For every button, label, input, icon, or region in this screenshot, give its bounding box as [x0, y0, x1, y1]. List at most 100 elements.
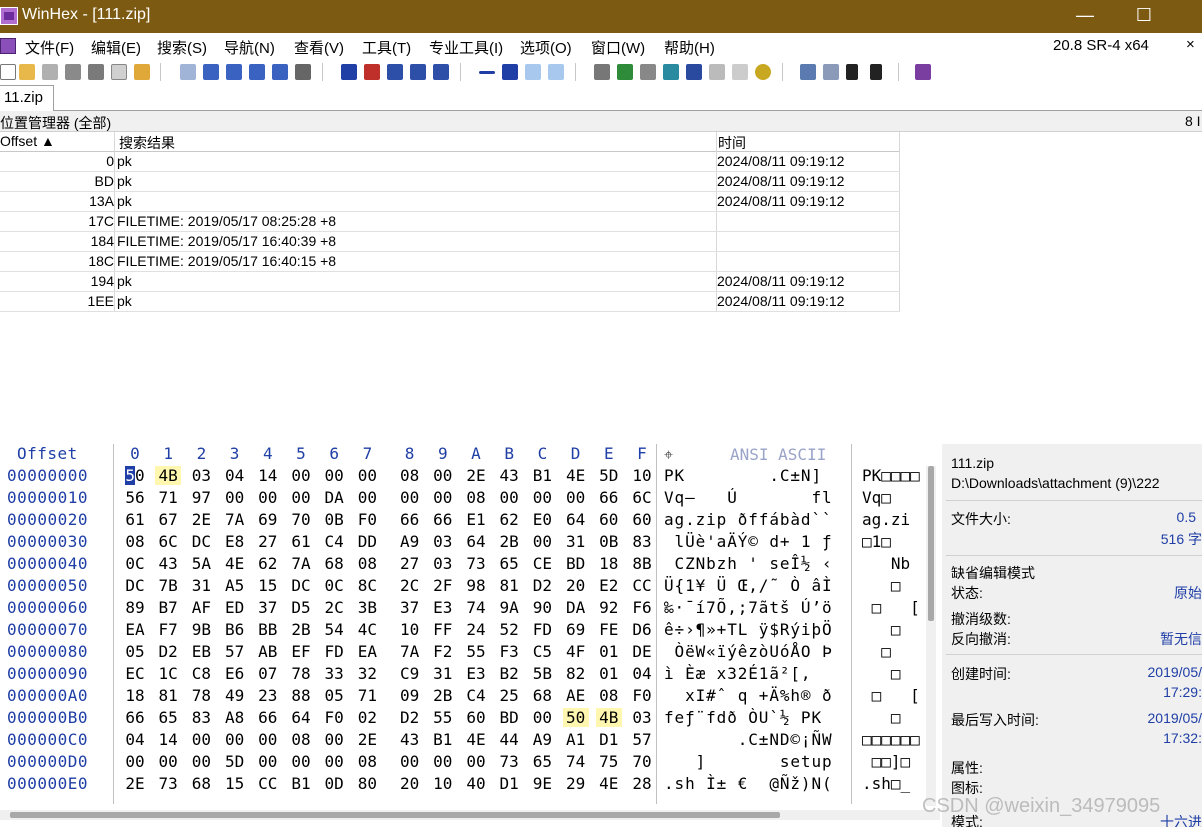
paste-special-icon[interactable] [272, 64, 288, 80]
export-icon[interactable] [134, 64, 150, 80]
hex-byte[interactable]: CC [629, 576, 655, 595]
table-row[interactable]: 194 pk 2024/08/11 09:19:12 [0, 272, 900, 292]
hex-byte[interactable]: E6 [222, 664, 248, 683]
hex-byte[interactable]: 10 [629, 466, 655, 485]
hex-byte[interactable]: 2E [188, 510, 214, 529]
paste-icon[interactable] [249, 64, 265, 80]
hex-byte[interactable]: 08 [596, 686, 622, 705]
hex-byte[interactable]: 40 [463, 774, 489, 793]
hex-byte[interactable]: 65 [529, 752, 555, 771]
hex-byte[interactable]: F0 [629, 686, 655, 705]
hex-row[interactable]: 00000020 61 67 2E 7A 69 70 0B F0 66 66 E1 62 E0 64 60 60… [0, 510, 940, 532]
hex-byte[interactable]: 00 [529, 488, 555, 507]
hex-ansi-text[interactable]: Vq— Ú fl [664, 488, 844, 507]
hex-byte[interactable]: 66 [122, 708, 148, 727]
hex-byte[interactable]: 09 [397, 686, 423, 705]
hex-row[interactable]: 000000C0 04 14 00 00 00 08 00 2E 43 B1 4E 44 A9 A1 D1 57… [0, 730, 940, 752]
hex-byte[interactable]: 00 [354, 488, 380, 507]
hex-byte[interactable]: 4E [222, 554, 248, 573]
hex-byte[interactable]: C9 [397, 664, 423, 683]
gear-icon[interactable] [755, 64, 771, 80]
hex-byte[interactable]: 03 [430, 554, 456, 573]
hex-byte[interactable]: 00 [222, 730, 248, 749]
hex-byte[interactable]: 9E [529, 774, 555, 793]
hex-byte[interactable]: 57 [629, 730, 655, 749]
hex-byte[interactable]: 73 [496, 752, 522, 771]
hex-byte[interactable]: 24 [463, 620, 489, 639]
hex-byte[interactable]: 00 [288, 488, 314, 507]
hex-byte[interactable]: 01 [596, 664, 622, 683]
hex-byte[interactable]: 4B [155, 466, 182, 485]
hex-byte[interactable]: D6 [629, 620, 655, 639]
hex-byte[interactable]: 2B [496, 532, 522, 551]
hex-byte[interactable]: 04 [222, 466, 248, 485]
hex-byte[interactable]: 29 [563, 774, 589, 793]
hex-byte[interactable]: C4 [321, 532, 347, 551]
hex-byte[interactable]: 50 [122, 466, 148, 485]
find-hex-icon[interactable] [387, 64, 403, 80]
hex-byte[interactable]: BD [496, 708, 522, 727]
hex-ansi-text[interactable]: ê÷›¶»+TL ÿ$RýiþÖ [664, 620, 844, 639]
hex-byte[interactable]: 82 [563, 664, 589, 683]
menu-search[interactable]: 搜索(S) [157, 37, 207, 58]
hex-byte[interactable]: 71 [155, 488, 181, 507]
hex-byte[interactable]: 55 [430, 708, 456, 727]
hex-ascii-text[interactable]: ag.zi [862, 510, 922, 529]
hex-row[interactable]: 00000010 56 71 97 00 00 00 DA 00 00 00 08 00 00 00 66 6C… [0, 488, 940, 510]
properties-icon[interactable] [88, 64, 104, 80]
hex-byte[interactable]: 20 [397, 774, 423, 793]
hex-byte[interactable]: 67 [155, 510, 181, 529]
hex-byte[interactable]: 61 [122, 510, 148, 529]
hex-byte[interactable]: 00 [255, 752, 281, 771]
hex-byte[interactable]: 4E [463, 730, 489, 749]
hex-byte[interactable]: 00 [496, 488, 522, 507]
hex-byte[interactable]: 32 [354, 664, 380, 683]
save-icon[interactable] [42, 64, 58, 80]
hex-byte[interactable]: 27 [255, 532, 281, 551]
hex-byte[interactable]: 00 [529, 708, 555, 727]
hex-byte[interactable]: 88 [288, 686, 314, 705]
hex-byte[interactable]: 69 [563, 620, 589, 639]
hex-byte[interactable]: DA [563, 598, 589, 617]
hex-byte[interactable]: 37 [397, 598, 423, 617]
hex-byte[interactable]: 56 [122, 488, 148, 507]
hex-ansi-text[interactable]: ] setup [664, 752, 844, 771]
hex-byte[interactable]: CE [529, 554, 555, 573]
hex-byte[interactable]: 01 [596, 642, 622, 661]
new-file-icon[interactable] [0, 64, 16, 80]
hex-ansi-text[interactable]: PK .C±N] [664, 466, 844, 485]
hex-byte[interactable]: 2F [430, 576, 456, 595]
hex-byte[interactable]: B1 [430, 730, 456, 749]
hex-byte[interactable]: EA [354, 642, 380, 661]
hex-byte[interactable]: 08 [397, 466, 423, 485]
hex-byte[interactable]: 5A [188, 554, 214, 573]
book-icon[interactable] [915, 64, 931, 80]
hex-byte[interactable]: 4E [563, 466, 589, 485]
hex-byte[interactable]: D2 [155, 642, 181, 661]
document-menu-icon[interactable] [0, 38, 16, 54]
hex-byte[interactable]: E8 [222, 532, 248, 551]
table-row[interactable]: 0 pk 2024/08/11 09:19:12 [0, 152, 900, 172]
menu-help[interactable]: 帮助(H) [664, 37, 715, 58]
hex-byte[interactable]: 03 [430, 532, 456, 551]
hex-byte[interactable]: 00 [188, 730, 214, 749]
hex-byte[interactable]: 4E [596, 774, 622, 793]
hex-byte[interactable]: 31 [430, 664, 456, 683]
hex-byte[interactable]: 66 [255, 708, 281, 727]
hex-byte[interactable]: 68 [321, 554, 347, 573]
hex-byte[interactable]: B6 [222, 620, 248, 639]
hex-byte[interactable]: FD [321, 642, 347, 661]
hex-ascii-text[interactable]: □ [ [862, 686, 922, 705]
hex-byte[interactable]: E2 [596, 576, 622, 595]
hex-byte[interactable]: B1 [529, 466, 555, 485]
hex-byte[interactable]: 00 [321, 752, 347, 771]
hex-byte[interactable]: D1 [596, 730, 622, 749]
hex-byte[interactable]: 00 [321, 466, 347, 485]
hex-byte[interactable]: 66 [397, 510, 423, 529]
hex-byte[interactable]: 0B [321, 510, 347, 529]
hex-byte[interactable]: BB [255, 620, 281, 639]
hex-byte[interactable]: 4F [563, 642, 589, 661]
open-icon[interactable] [19, 64, 35, 80]
find-icon[interactable] [341, 64, 357, 80]
hex-byte[interactable]: 61 [288, 532, 314, 551]
